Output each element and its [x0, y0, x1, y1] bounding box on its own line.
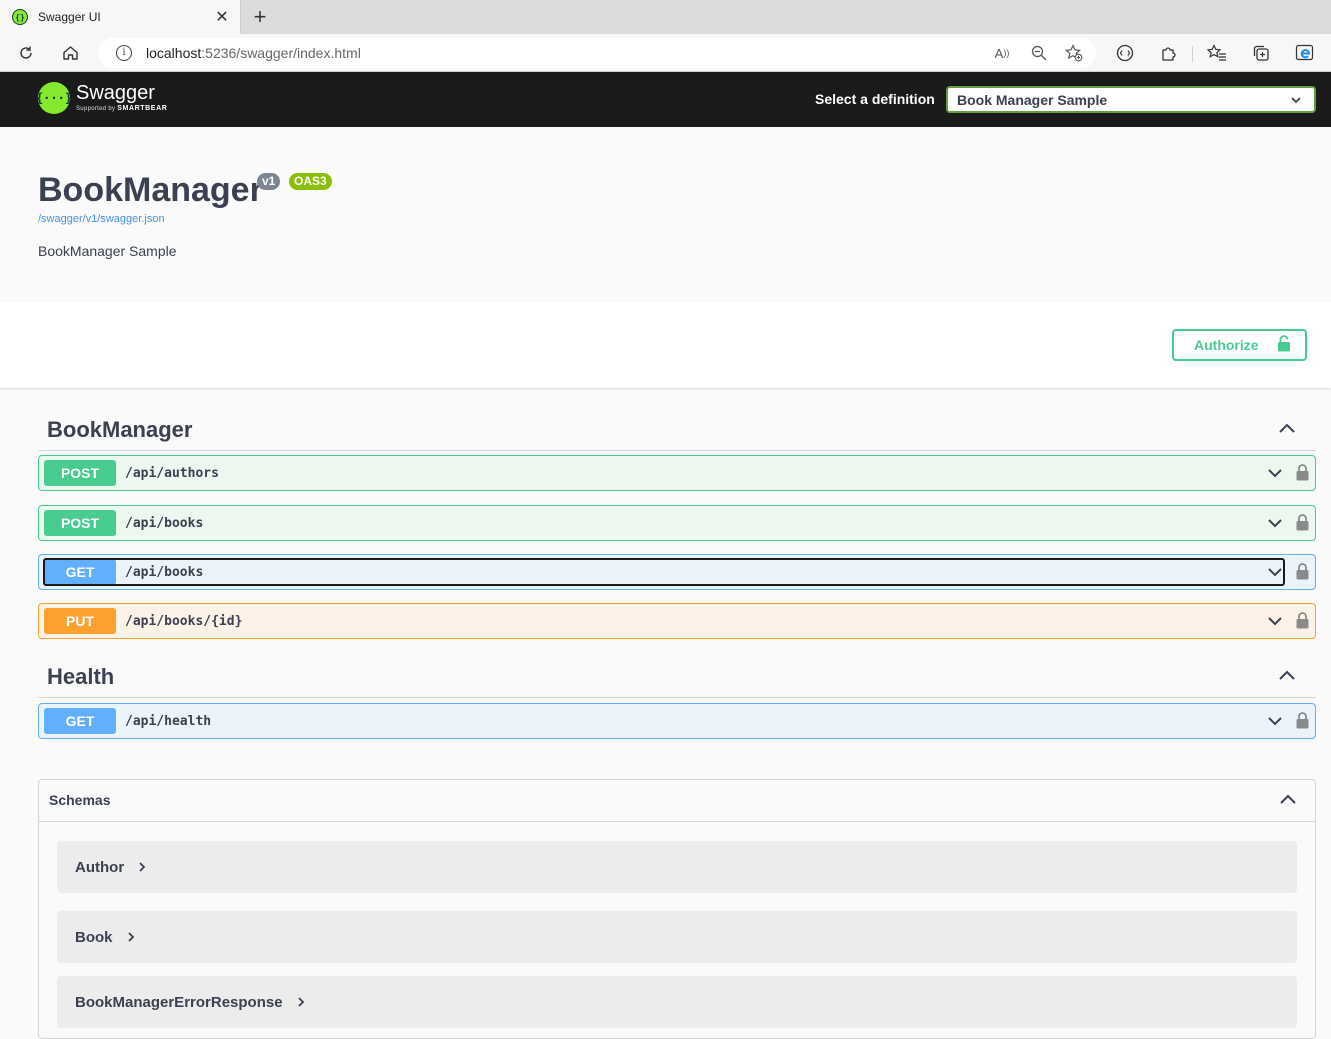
collections-icon[interactable] [1251, 43, 1271, 63]
read-aloud-icon[interactable]: A)) [993, 45, 1011, 61]
tag-health[interactable]: Health [38, 652, 1316, 698]
chevron-down-icon [1290, 93, 1302, 109]
unlocked-icon [1277, 335, 1291, 355]
chevron-down-icon[interactable] [1267, 564, 1283, 585]
swagger-topbar: {···} Swagger Supported by SMARTBEAR Sel… [0, 72, 1331, 127]
logo-subtitle: Supported by SMARTBEAR [76, 105, 168, 112]
operation-get-books[interactable]: GET /api/books [38, 554, 1316, 590]
browser-tab[interactable]: {} Swagger UI ✕ [0, 0, 241, 34]
logo-name: Swagger [76, 82, 155, 104]
chevron-right-icon [127, 931, 135, 943]
browser-navbar: i localhost:5236/swagger/index.html A)) [0, 34, 1331, 72]
method-badge: POST [44, 510, 116, 536]
chevron-right-icon [138, 861, 146, 873]
chevron-down-icon[interactable] [1267, 613, 1283, 634]
chevron-up-icon[interactable] [1278, 668, 1296, 686]
ie-mode-icon[interactable] [1295, 43, 1315, 63]
close-tab-icon[interactable]: ✕ [210, 7, 234, 27]
extensions-icon[interactable] [1159, 43, 1179, 63]
model-name: Book [75, 928, 113, 946]
chevron-down-icon[interactable] [1267, 713, 1283, 734]
authorize-button[interactable]: Authorize [1172, 329, 1307, 361]
focus-ring [43, 558, 1285, 586]
swagger-json-link[interactable]: /swagger/v1/swagger.json [38, 213, 165, 225]
operation-path: /api/books [125, 515, 204, 531]
chevron-down-icon[interactable] [1267, 515, 1283, 536]
api-title: BookManager [38, 171, 263, 209]
swagger-logo-icon: {···} [36, 82, 72, 114]
chevron-up-icon[interactable] [1279, 792, 1297, 810]
swagger-favicon-icon: {} [12, 9, 28, 25]
definition-label: Select a definition [815, 91, 935, 107]
operation-path: /api/books [125, 564, 204, 580]
address-bar[interactable]: i localhost:5236/swagger/index.html A)) [98, 38, 1096, 68]
operation-post-books[interactable]: POST /api/books [38, 505, 1316, 541]
model-bookmanager-error-response[interactable]: BookManagerErrorResponse [57, 976, 1297, 1028]
home-icon[interactable] [58, 41, 82, 65]
operation-path: /api/authors [125, 465, 219, 481]
zoom-out-icon[interactable] [1030, 45, 1048, 61]
url-text: localhost:5236/swagger/index.html [146, 45, 361, 61]
schemas-header[interactable]: Schemas [39, 780, 1315, 822]
lock-icon[interactable] [1296, 514, 1309, 536]
method-badge: PUT [44, 608, 116, 634]
new-tab-icon[interactable]: + [248, 4, 272, 30]
chevron-down-icon[interactable] [1267, 465, 1283, 486]
tag-title: Health [47, 664, 115, 689]
schemas-section: Schemas Author Book BookManagerErrorResp… [38, 779, 1316, 1039]
browser-essentials-icon[interactable] [1115, 43, 1135, 63]
scheme-container: Authorize [0, 302, 1331, 388]
lock-icon[interactable] [1296, 712, 1309, 734]
definition-select[interactable]: Book Manager Sample [946, 86, 1316, 113]
api-info: BookManager v1 OAS3 /swagger/v1/swagger.… [0, 127, 1331, 302]
method-badge: GET [44, 559, 116, 585]
toolbar-separator [1192, 46, 1193, 62]
operation-post-authors[interactable]: POST /api/authors [38, 455, 1316, 491]
tab-title: Swagger UI [38, 10, 101, 24]
lock-icon[interactable] [1296, 563, 1309, 585]
site-info-icon[interactable]: i [116, 45, 132, 61]
api-description: BookManager Sample [38, 243, 177, 259]
method-badge: POST [44, 460, 116, 486]
model-name: BookManagerErrorResponse [75, 993, 283, 1011]
tag-bookmanager[interactable]: BookManager [38, 405, 1316, 451]
method-badge: GET [44, 708, 116, 734]
swagger-logo[interactable]: {···} Swagger Supported by SMARTBEAR [36, 82, 168, 114]
schemas-title: Schemas [49, 792, 111, 808]
chevron-up-icon[interactable] [1278, 421, 1296, 439]
favorites-icon[interactable] [1207, 43, 1227, 63]
lock-icon[interactable] [1296, 464, 1309, 486]
model-name: Author [75, 858, 125, 876]
lock-icon[interactable] [1296, 612, 1309, 634]
add-favorite-icon[interactable] [1065, 44, 1083, 62]
authorize-label: Authorize [1194, 337, 1259, 353]
chevron-right-icon [297, 996, 305, 1008]
operation-get-health[interactable]: GET /api/health [38, 703, 1316, 739]
model-author[interactable]: Author [57, 841, 1297, 893]
definition-value: Book Manager Sample [957, 91, 1108, 108]
operation-path: /api/books/{id} [125, 613, 243, 629]
version-badge: v1 [257, 173, 281, 190]
operation-put-book[interactable]: PUT /api/books/{id} [38, 603, 1316, 639]
tag-title: BookManager [47, 417, 193, 442]
oas-badge: OAS3 [289, 173, 332, 190]
model-book[interactable]: Book [57, 911, 1297, 963]
refresh-icon[interactable] [14, 41, 38, 65]
browser-tabbar: {} Swagger UI ✕ + [0, 0, 1331, 34]
operation-path: /api/health [125, 713, 212, 729]
